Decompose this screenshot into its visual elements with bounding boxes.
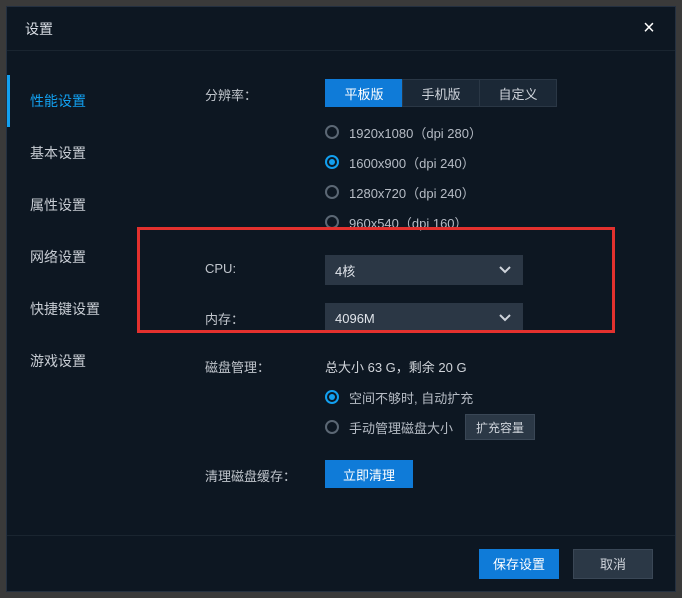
resolution-option[interactable]: 1280x720（dpi 240） [325, 177, 655, 207]
sidebar-item-label: 性能设置 [30, 91, 86, 111]
disk-manual-option[interactable]: 手动管理磁盘大小 扩充容量 [325, 412, 655, 442]
sidebar-item-shortcut[interactable]: 快捷键设置 [7, 283, 155, 335]
radio-icon [325, 185, 339, 199]
settings-window: 设置 × 性能设置 基本设置 属性设置 网络设置 快捷键设置 游戏设置 分辨率：… [6, 6, 676, 592]
disk-auto-option[interactable]: 空间不够时, 自动扩充 [325, 382, 655, 412]
sidebar-item-label: 快捷键设置 [30, 299, 100, 319]
sidebar-item-performance[interactable]: 性能设置 [7, 75, 155, 127]
row-memory: 内存： 4096M [205, 303, 655, 333]
resolution-option[interactable]: 1600x900（dpi 240） [325, 147, 655, 177]
cancel-button[interactable]: 取消 [573, 549, 653, 579]
memory-dropdown[interactable]: 4096M [325, 303, 523, 333]
row-disk: 磁盘管理： 总大小 63 G，剩余 20 G 空间不够时, 自动扩充 手动管理磁… [205, 351, 655, 442]
row-cache: 清理磁盘缓存： 立即清理 [205, 460, 655, 488]
radio-icon [325, 155, 339, 169]
radio-icon [325, 125, 339, 139]
sidebar-item-label: 基本设置 [30, 143, 86, 163]
sidebar-item-basic[interactable]: 基本设置 [7, 127, 155, 179]
sidebar-item-label: 网络设置 [30, 247, 86, 267]
seg-tablet[interactable]: 平板版 [325, 79, 403, 107]
content-pane: 分辨率： 平板版 手机版 自定义 1920x1080（dpi 280） 1600… [155, 51, 675, 535]
radio-icon [325, 215, 339, 229]
disk-summary: 总大小 63 G，剩余 20 G [325, 351, 655, 376]
radio-icon [325, 390, 339, 404]
resolution-options: 1920x1080（dpi 280） 1600x900（dpi 240） 128… [325, 117, 655, 237]
sidebar-item-property[interactable]: 属性设置 [7, 179, 155, 231]
resolution-option[interactable]: 960x540（dpi 160） [325, 207, 655, 237]
sidebar-item-label: 属性设置 [30, 195, 86, 215]
row-resolution: 分辨率： 平板版 手机版 自定义 1920x1080（dpi 280） 1600… [205, 79, 655, 237]
label-cpu: CPU: [205, 255, 325, 276]
seg-custom[interactable]: 自定义 [479, 79, 557, 107]
cpu-dropdown[interactable]: 4核 [325, 255, 523, 285]
resolution-segments: 平板版 手机版 自定义 [325, 79, 655, 107]
label-disk: 磁盘管理： [205, 351, 325, 376]
radio-icon [325, 420, 339, 434]
chevron-down-icon [497, 261, 513, 280]
window-title: 设置 [25, 19, 53, 39]
resolution-option[interactable]: 1920x1080（dpi 280） [325, 117, 655, 147]
sidebar-item-network[interactable]: 网络设置 [7, 231, 155, 283]
sidebar-item-label: 游戏设置 [30, 351, 86, 371]
label-memory: 内存： [205, 303, 325, 328]
label-resolution: 分辨率： [205, 79, 325, 104]
clear-cache-button[interactable]: 立即清理 [325, 460, 413, 488]
cpu-value: 4核 [335, 261, 355, 280]
footer: 保存设置 取消 [7, 535, 675, 591]
seg-phone[interactable]: 手机版 [402, 79, 480, 107]
expand-capacity-button[interactable]: 扩充容量 [465, 414, 535, 440]
label-cache: 清理磁盘缓存： [205, 460, 325, 485]
window-body: 性能设置 基本设置 属性设置 网络设置 快捷键设置 游戏设置 分辨率： 平板版 … [7, 51, 675, 535]
save-button[interactable]: 保存设置 [479, 549, 559, 579]
chevron-down-icon [497, 309, 513, 328]
sidebar-item-game[interactable]: 游戏设置 [7, 335, 155, 387]
close-icon[interactable]: × [637, 17, 661, 40]
titlebar: 设置 × [7, 7, 675, 51]
sidebar: 性能设置 基本设置 属性设置 网络设置 快捷键设置 游戏设置 [7, 51, 155, 535]
row-cpu: CPU: 4核 [205, 255, 655, 285]
memory-value: 4096M [335, 311, 375, 326]
